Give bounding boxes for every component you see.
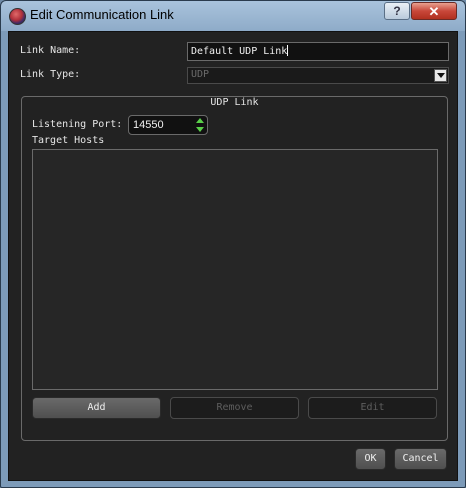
target-hosts-list[interactable] [32,149,438,390]
window-title: Edit Communication Link [30,7,174,22]
listening-port-spinbox[interactable]: 14550 [128,115,208,135]
add-host-button[interactable]: Add [32,397,161,419]
close-button[interactable]: ✕ [411,2,457,20]
text-cursor [287,45,289,56]
edit-host-button[interactable]: Edit [308,397,437,419]
udp-link-group-title: UDP Link [204,97,265,108]
link-type-label: Link Type: [20,69,81,80]
listening-port-value: 14550 [133,119,164,131]
title-bar[interactable]: Edit Communication Link ? ✕ [1,1,465,31]
udp-link-groupbox: UDP Link Listening Port: 14550 Target Ho… [21,96,448,441]
dialog-content: Link Name: Default UDP Link Link Type: U… [8,31,458,481]
link-name-input[interactable]: Default UDP Link [187,42,449,61]
listening-port-label: Listening Port: [32,119,123,130]
link-name-label: Link Name: [20,45,81,56]
edit-communication-link-dialog: Edit Communication Link ? ✕ Link Name: D… [0,0,466,488]
app-icon [9,8,26,25]
cancel-button[interactable]: Cancel [394,448,447,470]
link-name-value: Default UDP Link [191,46,288,57]
target-hosts-label: Target Hosts [32,135,105,146]
help-button[interactable]: ? [384,2,410,20]
chevron-down-icon[interactable] [434,69,447,82]
spin-arrows-icon[interactable] [195,117,205,133]
link-type-value: UDP [191,69,210,80]
link-type-select[interactable]: UDP [187,67,449,84]
ok-button[interactable]: OK [355,448,386,470]
remove-host-button[interactable]: Remove [170,397,299,419]
